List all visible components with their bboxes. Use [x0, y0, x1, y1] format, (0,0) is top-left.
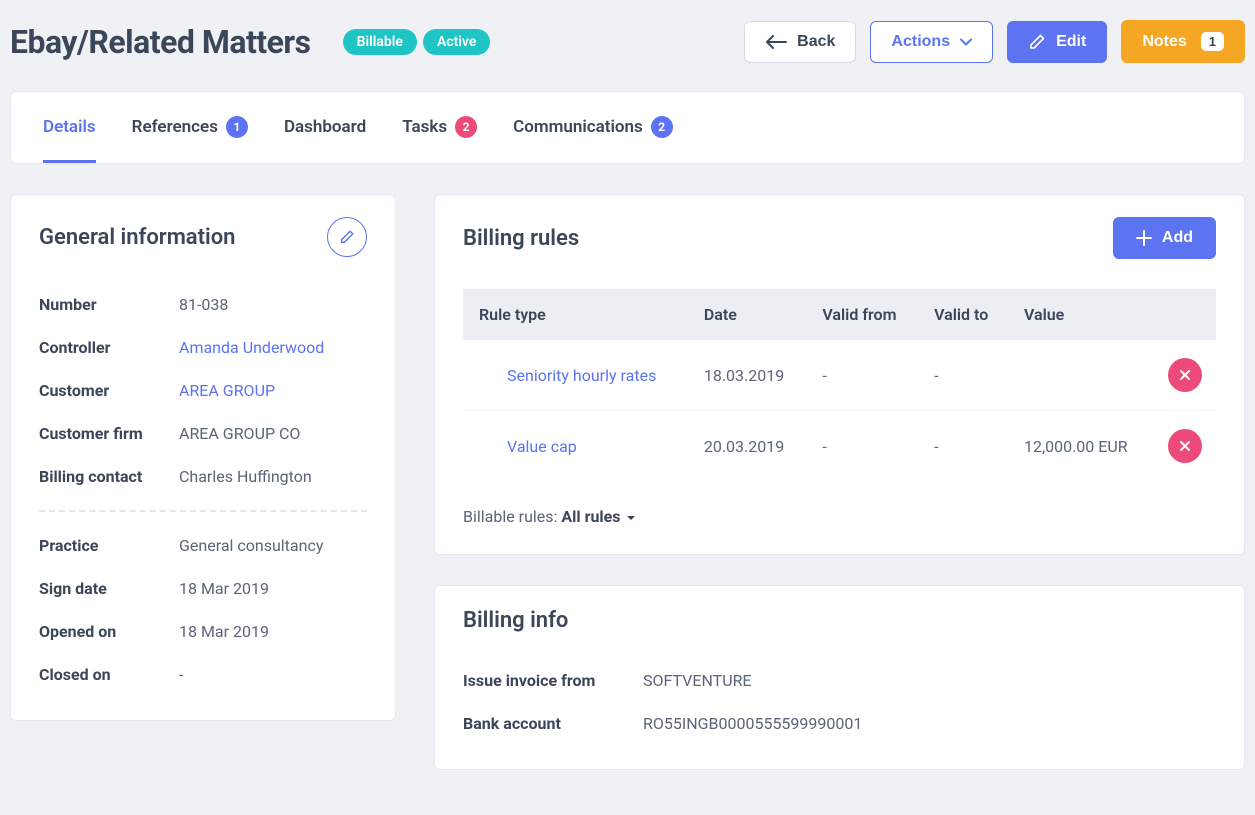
billing-contact-value: Charles Huffington	[179, 467, 312, 486]
sign-date-value: 18 Mar 2019	[179, 579, 269, 598]
caret-down-icon	[626, 507, 636, 526]
actions-button[interactable]: Actions	[870, 21, 993, 63]
col-valid-to: Valid to	[920, 289, 1010, 340]
rule-date: 18.03.2019	[690, 340, 809, 411]
arrow-left-icon	[765, 35, 787, 49]
col-rule-type: Rule type	[463, 289, 690, 340]
opened-value: 18 Mar 2019	[179, 622, 269, 641]
rule-type-link[interactable]: Value cap	[477, 437, 577, 456]
tab-tasks[interactable]: Tasks 2	[402, 92, 477, 163]
actions-label: Actions	[891, 33, 950, 51]
rule-valid-from: -	[808, 340, 920, 411]
table-row: Value cap 20.03.2019 - - 12,000.00 EUR	[463, 411, 1216, 482]
col-valid-from: Valid from	[808, 289, 920, 340]
controller-label: Controller	[39, 338, 179, 357]
tab-details-label: Details	[43, 117, 96, 137]
rule-type-link[interactable]: Seniority hourly rates	[477, 366, 656, 385]
tab-details[interactable]: Details	[43, 92, 96, 163]
add-rule-button[interactable]: Add	[1113, 217, 1216, 259]
general-info-card: General information Number 81-038 Contro…	[10, 194, 396, 721]
tab-references-label: References	[132, 117, 218, 137]
back-button[interactable]: Back	[744, 21, 856, 63]
plus-icon	[1136, 230, 1152, 246]
notes-count: 1	[1201, 32, 1224, 51]
billable-filter-label: Billable rules:	[463, 507, 561, 526]
divider	[39, 510, 367, 512]
number-label: Number	[39, 295, 179, 314]
edit-icon	[1028, 33, 1046, 51]
tab-communications-count: 2	[651, 116, 673, 138]
badge-billable: Billable	[343, 29, 417, 55]
edit-label: Edit	[1056, 33, 1086, 51]
rule-valid-to: -	[920, 411, 1010, 482]
page-title: Ebay/Related Matters	[10, 23, 311, 61]
billing-rules-table: Rule type Date Valid from Valid to Value…	[463, 289, 1216, 481]
close-icon	[1179, 369, 1191, 381]
col-date: Date	[690, 289, 809, 340]
tab-references[interactable]: References 1	[132, 92, 248, 163]
tab-communications[interactable]: Communications 2	[513, 92, 673, 163]
billable-filter-dropdown[interactable]: All rules	[561, 507, 636, 526]
badge-active: Active	[423, 29, 490, 55]
add-label: Add	[1162, 229, 1193, 247]
rule-value	[1010, 340, 1154, 411]
customer-firm-value: AREA GROUP CO	[179, 424, 300, 443]
customer-link[interactable]: AREA GROUP	[179, 381, 275, 400]
delete-rule-button[interactable]	[1168, 429, 1202, 463]
tab-tasks-count: 2	[455, 116, 477, 138]
customer-firm-label: Customer firm	[39, 424, 179, 443]
billing-rules-title: Billing rules	[463, 226, 579, 251]
closed-value: -	[179, 665, 183, 684]
notes-label: Notes	[1142, 33, 1186, 51]
tab-tasks-label: Tasks	[402, 117, 447, 137]
general-info-title: General information	[39, 225, 235, 250]
back-label: Back	[797, 33, 835, 51]
rule-valid-from: -	[808, 411, 920, 482]
billing-info-title: Billing info	[463, 608, 568, 633]
chevron-down-icon	[960, 38, 972, 46]
billing-rules-card: Billing rules Add Rule type Date Valid f…	[434, 194, 1245, 555]
rule-value: 12,000.00 EUR	[1010, 411, 1154, 482]
edit-general-button[interactable]	[327, 217, 367, 257]
delete-rule-button[interactable]	[1168, 358, 1202, 392]
billing-info-card: Billing info Issue invoice from SOFTVENT…	[434, 585, 1245, 770]
opened-label: Opened on	[39, 622, 179, 641]
notes-button[interactable]: Notes 1	[1121, 20, 1245, 63]
bank-value: RO55INGB0000555599990001	[643, 714, 862, 733]
tab-dashboard-label: Dashboard	[284, 117, 366, 137]
tab-dashboard[interactable]: Dashboard	[284, 92, 366, 163]
edit-button[interactable]: Edit	[1007, 21, 1107, 63]
tab-references-count: 1	[226, 116, 248, 138]
edit-icon	[339, 229, 355, 245]
col-value: Value	[1010, 289, 1154, 340]
billing-contact-label: Billing contact	[39, 467, 179, 486]
close-icon	[1179, 440, 1191, 452]
customer-label: Customer	[39, 381, 179, 400]
rule-valid-to: -	[920, 340, 1010, 411]
number-value: 81-038	[179, 295, 228, 314]
practice-label: Practice	[39, 536, 179, 555]
table-row: Seniority hourly rates 18.03.2019 - -	[463, 340, 1216, 411]
rule-date: 20.03.2019	[690, 411, 809, 482]
closed-label: Closed on	[39, 665, 179, 684]
tab-communications-label: Communications	[513, 117, 643, 137]
issue-from-value: SOFTVENTURE	[643, 671, 752, 690]
practice-value: General consultancy	[179, 536, 323, 555]
controller-link[interactable]: Amanda Underwood	[179, 338, 324, 357]
sign-date-label: Sign date	[39, 579, 179, 598]
billable-filter-value: All rules	[561, 507, 620, 526]
bank-label: Bank account	[463, 714, 643, 733]
issue-from-label: Issue invoice from	[463, 671, 643, 690]
